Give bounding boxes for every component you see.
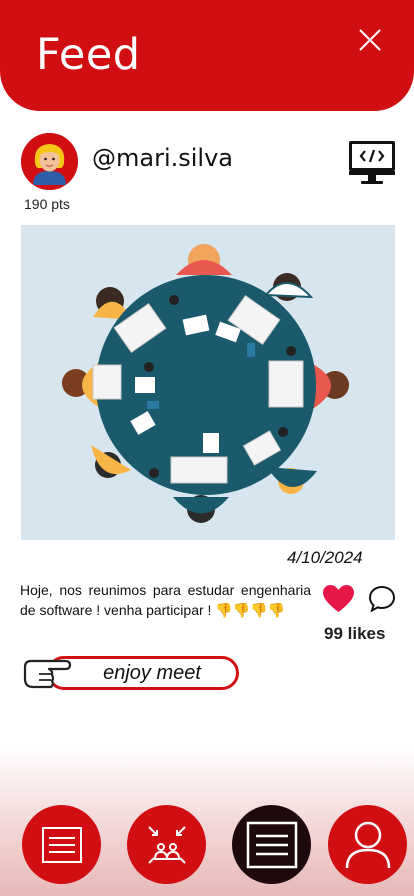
tag-label: enjoy meet <box>103 662 201 684</box>
nav-team-button[interactable] <box>127 805 206 884</box>
comment-icon[interactable] <box>367 584 397 614</box>
post-image[interactable] <box>21 225 395 540</box>
pointing-hand-icon <box>23 659 72 689</box>
nav-documents-button[interactable] <box>232 805 311 884</box>
tag-button[interactable]: enjoy meet <box>47 656 239 690</box>
post-date: 4/10/2024 <box>287 548 363 567</box>
team-meeting-illustration <box>21 225 395 540</box>
post-username[interactable]: @mari.silva <box>92 144 233 172</box>
post-caption: Hoje, nos reunimos para estudar engenhar… <box>20 582 311 618</box>
close-icon[interactable] <box>357 27 383 53</box>
page-title: Feed <box>36 30 141 80</box>
likes-count: 99 likes <box>324 624 386 643</box>
header-bar: Feed <box>0 0 414 111</box>
code-monitor-icon[interactable] <box>347 138 397 186</box>
heart-icon[interactable] <box>322 584 355 614</box>
avatar[interactable] <box>21 133 78 190</box>
feed-list-icon <box>41 826 82 863</box>
team-network-icon <box>147 825 186 864</box>
nav-feed-button[interactable] <box>22 805 101 884</box>
nav-profile-button[interactable] <box>328 805 407 884</box>
user-points: 190 pts <box>24 196 70 212</box>
avatar-image <box>21 133 78 190</box>
profile-icon <box>345 821 390 868</box>
document-list-icon <box>246 821 297 868</box>
